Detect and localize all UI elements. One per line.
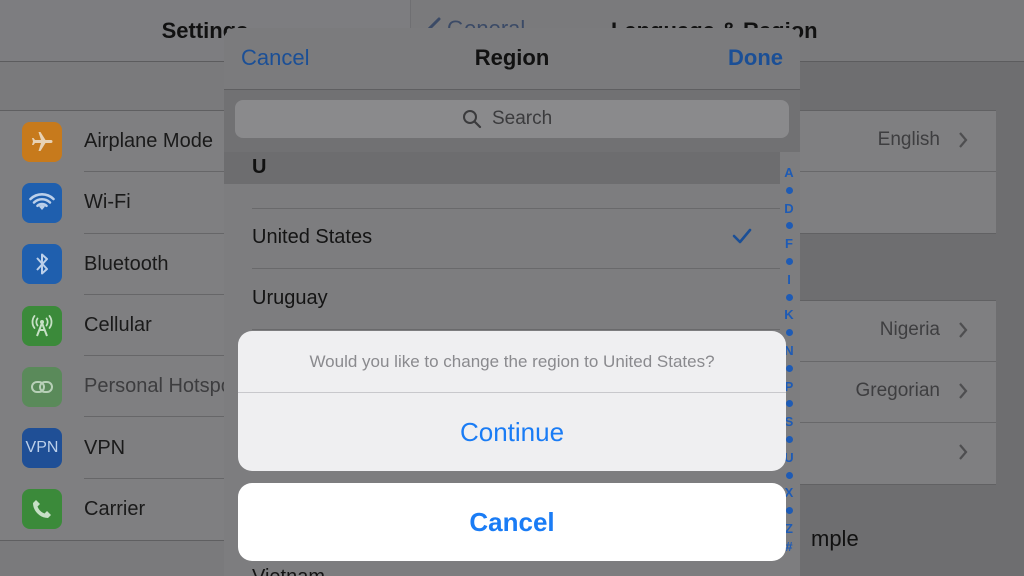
settings-item-label: Carrier (84, 497, 146, 520)
list-item-vietnam[interactable]: Vietnam (252, 566, 325, 576)
wifi-icon (22, 182, 62, 223)
index-letter[interactable]: K (784, 306, 793, 324)
index-dot (785, 222, 793, 230)
settings-item-label: Wi-Fi (84, 191, 131, 214)
settings-item-label: Airplane Mode (84, 130, 213, 153)
index-letter[interactable]: D (784, 200, 793, 218)
settings-item-label: Cellular (84, 314, 152, 337)
index-dot (785, 507, 793, 515)
cancel-button[interactable]: Cancel (238, 483, 786, 561)
index-letter[interactable]: I (787, 271, 791, 289)
index-dot (785, 471, 793, 479)
vpn-icon: VPN (22, 428, 62, 469)
index-dot (785, 186, 793, 194)
section-letter: U (252, 156, 267, 178)
chevron-right-icon (959, 322, 968, 338)
region-value: Nigeria (879, 319, 940, 340)
search-bar (224, 90, 800, 152)
action-sheet-message: Would you like to change the region to U… (238, 331, 786, 393)
settings-item-label: Bluetooth (84, 252, 169, 275)
list-item-united-states[interactable]: United States (252, 208, 780, 269)
chevron-right-icon (959, 132, 968, 148)
language-value: English (877, 129, 940, 150)
bluetooth-icon (22, 244, 62, 285)
country-label: United States (252, 226, 373, 248)
calendar-value: Gregorian (855, 380, 941, 401)
checkmark-icon (732, 228, 752, 244)
continue-button[interactable]: Continue (238, 393, 786, 471)
settings-item-label: Personal Hotspot (84, 375, 238, 398)
done-button[interactable]: Done (728, 45, 783, 71)
change-region-action-sheet: Would you like to change the region to U… (238, 331, 786, 471)
index-dot (785, 364, 793, 372)
chevron-right-icon (959, 444, 968, 460)
search-input[interactable] (492, 108, 562, 130)
airplane-icon (22, 121, 62, 162)
index-dot (785, 257, 793, 265)
region-title: Region (474, 45, 550, 70)
index-letter[interactable]: Z (785, 520, 793, 538)
phone-icon (22, 489, 62, 530)
index-letter[interactable]: F (785, 235, 793, 253)
list-item-uruguay[interactable]: Uruguay (252, 269, 780, 330)
country-label: Uruguay (252, 287, 328, 309)
index-dot (785, 435, 793, 443)
index-dot (785, 329, 793, 337)
index-letter[interactable]: # (785, 538, 792, 556)
index-dot (785, 293, 793, 301)
chevron-right-icon (959, 383, 968, 399)
settings-item-label: VPN (84, 436, 126, 459)
region-format-example-label: mple (811, 526, 859, 551)
region-nav-bar: Cancel Region Done (224, 28, 800, 90)
search-field[interactable] (235, 100, 789, 138)
hotspot-icon (22, 366, 62, 407)
search-icon (463, 110, 482, 129)
cellular-icon (22, 305, 62, 346)
index-dot (785, 400, 793, 408)
section-header-u: U (224, 152, 780, 184)
index-letter[interactable]: A (784, 164, 793, 182)
